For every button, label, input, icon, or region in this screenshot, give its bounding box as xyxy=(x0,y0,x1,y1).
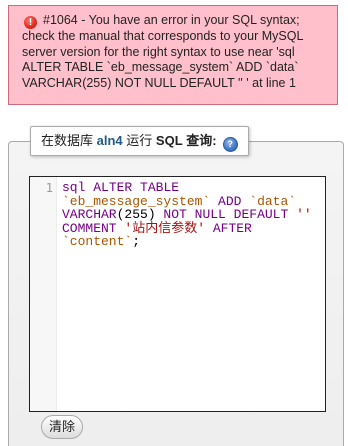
legend-prefix: 在数据库 xyxy=(41,133,94,148)
code-token: AFTER xyxy=(212,220,252,236)
error-message-text: #1064 - You have an error in your SQL sy… xyxy=(22,13,303,90)
sql-editor[interactable]: 1 sql ALTER TABLE `eb_message_system` AD… xyxy=(29,176,326,412)
editor-gutter: 1 xyxy=(30,177,57,411)
code-token: ; xyxy=(132,234,141,249)
page: ! #1064 - You have an error in your SQL s… xyxy=(0,0,348,446)
legend-middle: 运行 xyxy=(126,133,153,148)
code-token: `content` xyxy=(62,234,133,249)
database-name: aln4 xyxy=(96,133,123,148)
line-number: 1 xyxy=(45,181,53,195)
error-message-box: ! #1064 - You have an error in your SQL s… xyxy=(8,5,338,105)
sql-code[interactable]: sql ALTER TABLE `eb_message_system` ADD … xyxy=(62,181,322,249)
help-icon[interactable]: ? xyxy=(222,137,238,152)
clear-button[interactable]: 清除 xyxy=(41,415,83,439)
error-icon: ! xyxy=(24,16,37,29)
legend-suffix: 查询: xyxy=(186,133,217,148)
sql-query-legend: 在数据库 aln4 运行 SQL 查询:? xyxy=(30,126,249,156)
code-token: '' xyxy=(296,207,312,222)
legend-sql: SQL xyxy=(155,133,183,148)
